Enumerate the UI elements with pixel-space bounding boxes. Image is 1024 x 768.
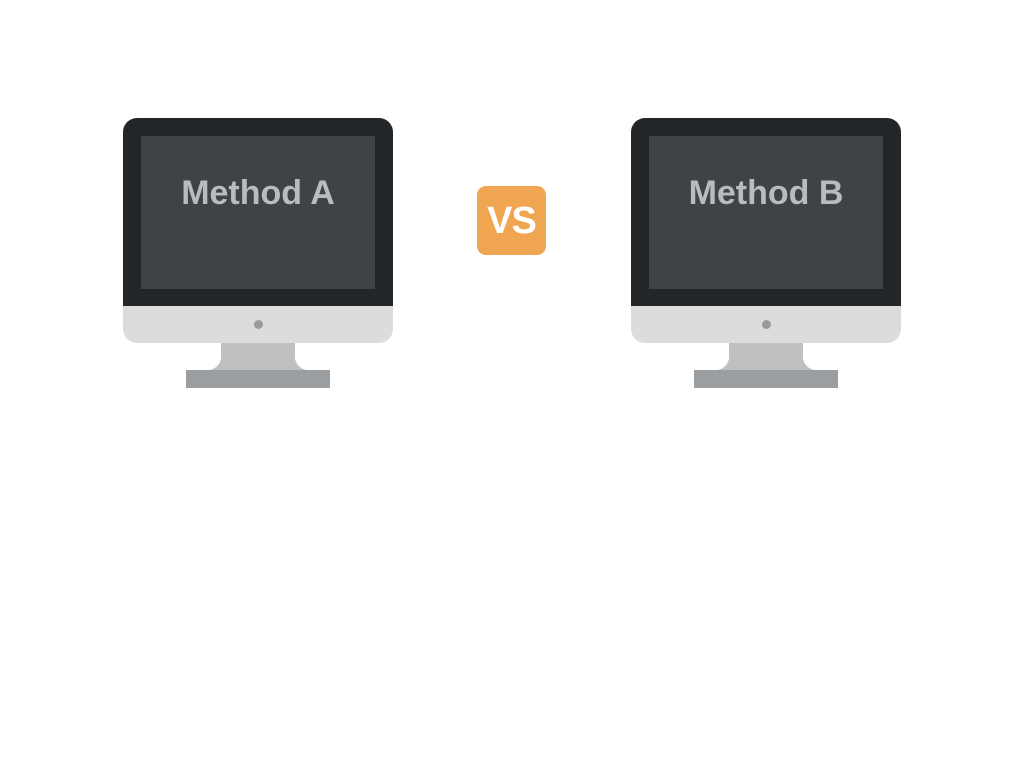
versus-label: VS xyxy=(487,199,537,242)
monitor-chin xyxy=(123,306,393,343)
monitor-camera-dot xyxy=(254,320,263,329)
method-b-monitor: Method B xyxy=(631,118,901,388)
method-a-monitor: Method A xyxy=(123,118,393,388)
monitor-screen: Method A xyxy=(141,136,375,289)
monitor-chin xyxy=(631,306,901,343)
monitor-screen: Method B xyxy=(649,136,883,289)
method-b-label: Method B xyxy=(688,174,844,212)
versus-badge: VS xyxy=(477,186,546,255)
monitor-stand-neck xyxy=(207,343,309,370)
monitor-bezel: Method B xyxy=(631,118,901,306)
monitor-camera-dot xyxy=(762,320,771,329)
monitor-stand-foot xyxy=(186,370,330,388)
monitor-stand-foot xyxy=(694,370,838,388)
monitor-stand-neck xyxy=(715,343,817,370)
method-a-label: Method A xyxy=(181,174,335,212)
monitor-bezel: Method A xyxy=(123,118,393,306)
